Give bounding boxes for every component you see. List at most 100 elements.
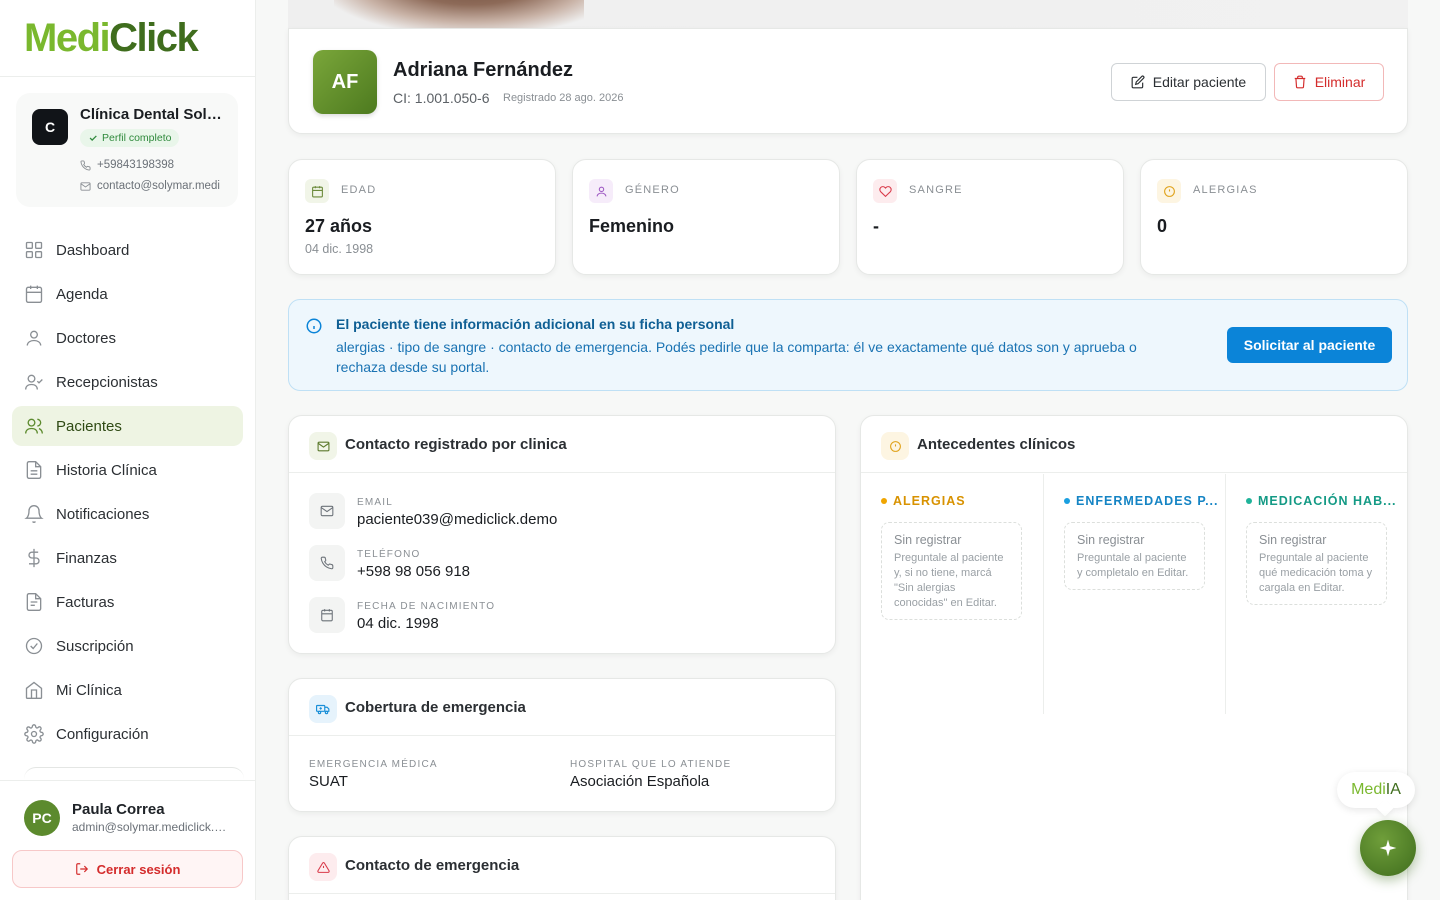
sidebar: MediClick C Clínica Dental Solymar Perfi… — [0, 0, 256, 900]
stat-label: SANGRE — [909, 184, 963, 196]
empty-state-box: Sin registrar Preguntale al paciente qué… — [1246, 522, 1387, 605]
check-icon — [89, 135, 97, 141]
nav-scroll-hint — [24, 767, 244, 779]
empty-status: Sin registrar — [1077, 533, 1145, 547]
antecedentes-column-alergias: ALERGIAS Sin registrar Preguntale al pac… — [861, 474, 1043, 714]
sidebar-item-label: Suscripción — [56, 637, 134, 655]
user-name: Paula Correa — [72, 801, 165, 818]
column-heading: ALERGIAS — [881, 494, 966, 508]
calendar-icon — [305, 179, 329, 203]
stat-label: GÉNERO — [625, 184, 680, 196]
info-icon — [306, 318, 322, 334]
antecedentes-header: Antecedentes clínicos — [861, 416, 1407, 473]
logout-button[interactable]: Cerrar sesión — [12, 850, 243, 888]
dollar-icon — [28, 548, 40, 568]
stat-card-edad: EDAD 27 años 04 dic. 1998 — [288, 159, 556, 275]
sidebar-item-doctores[interactable]: Doctores — [12, 318, 243, 358]
stat-card-sangre: SANGRE - — [856, 159, 1124, 275]
edit-label: Editar paciente — [1152, 74, 1247, 90]
assistant-label-part-2: IA — [1385, 781, 1401, 798]
clinic-phone-value: +59843198398 — [97, 159, 175, 171]
sidebar-item-finanzas[interactable]: Finanzas — [12, 538, 243, 578]
sidebar-item-mi-clinica[interactable]: Mi Clínica — [12, 670, 243, 710]
brand-part-1: Medi — [24, 16, 111, 60]
coverage-card-header: Cobertura de emergencia — [289, 679, 835, 736]
sidebar-nav: Dashboard Agenda Doctores Recepcionistas… — [12, 230, 243, 758]
field-label: EMAIL — [357, 497, 394, 508]
sidebar-item-label: Dashboard — [56, 241, 130, 259]
clinic-name: Clínica Dental Solymar — [80, 106, 230, 123]
column-heading: MEDICACIÓN HAB... — [1246, 494, 1397, 508]
edit-patient-button[interactable]: Editar paciente — [1111, 63, 1266, 101]
assistant-label-part-1: Medi — [1351, 781, 1386, 798]
grid-icon — [25, 241, 43, 259]
coverage-card: Cobertura de emergencia EMERGENCIA MÉDIC… — [288, 678, 836, 812]
sidebar-item-configuracion[interactable]: Configuración — [12, 714, 243, 754]
badge-label: Perfil completo — [102, 132, 172, 144]
ambulance-icon — [309, 695, 337, 723]
gear-icon — [24, 724, 44, 744]
column-heading: ENFERMEDADES P... — [1064, 494, 1219, 508]
emergency-contact-header: Contacto de emergencia — [289, 837, 835, 894]
clinic-card[interactable]: C Clínica Dental Solymar Perfil completo… — [16, 93, 238, 207]
user-check-icon — [25, 374, 43, 390]
field-label: EMERGENCIA MÉDICA — [309, 759, 438, 770]
stat-value: - — [873, 216, 879, 236]
check-circle-icon — [25, 637, 43, 655]
profile-cover — [288, 0, 1408, 30]
clinic-phone: +59843198398 — [80, 159, 228, 171]
sidebar-item-label: Configuración — [56, 725, 149, 743]
logout-label: Cerrar sesión — [96, 861, 181, 877]
sidebar-item-label: Historia Clínica — [56, 461, 157, 479]
field-label: TELÉFONO — [357, 549, 421, 560]
brand-logo[interactable]: MediClick — [0, 0, 255, 77]
patient-ci: CI: 1.001.050-6 — [393, 90, 490, 106]
contact-card: Contacto registrado por clinica EMAIL pa… — [288, 415, 836, 654]
stat-value: 0 — [1157, 216, 1168, 236]
user-email: admin@solymar.mediclick.demo — [72, 820, 232, 834]
emergency-contact-card: Contacto de emergencia — [288, 836, 836, 900]
delete-patient-button[interactable]: Eliminar — [1274, 63, 1384, 101]
section-title: Cobertura de emergencia — [345, 699, 526, 716]
cover-photo — [334, 0, 584, 30]
sidebar-item-label: Finanzas — [56, 549, 117, 567]
assistant-label-bubble[interactable]: Medi IA — [1337, 772, 1415, 808]
patient-registered: Registrado 28 ago. 2026 — [503, 92, 624, 104]
user-avatar: PC — [24, 800, 60, 836]
bell-icon — [24, 505, 44, 523]
sidebar-item-dashboard[interactable]: Dashboard — [12, 230, 243, 270]
sidebar-item-historia-clinica[interactable]: Historia Clínica — [12, 450, 243, 490]
stat-label: EDAD — [341, 184, 377, 196]
alert-icon — [1157, 179, 1181, 203]
calendar-icon — [309, 597, 345, 633]
sidebar-item-facturas[interactable]: Facturas — [12, 582, 243, 622]
sidebar-item-notificaciones[interactable]: Notificaciones — [12, 494, 243, 534]
user-icon — [26, 330, 42, 346]
field-value: +598 98 056 918 — [357, 563, 471, 580]
stat-value: Femenino — [589, 216, 675, 236]
field-value: SUAT — [309, 773, 348, 790]
home-icon — [25, 681, 43, 699]
phone-icon — [80, 159, 91, 170]
status-dot — [881, 498, 887, 504]
stat-sub: 04 dic. 1998 — [305, 242, 374, 256]
sidebar-item-label: Doctores — [56, 329, 117, 347]
field-value: 04 dic. 1998 — [357, 615, 439, 632]
edit-icon — [1131, 75, 1145, 89]
status-dot — [1246, 498, 1252, 504]
empty-state-box: Sin registrar Preguntale al paciente y c… — [1064, 522, 1205, 590]
stat-value: 27 años — [305, 216, 373, 236]
sidebar-item-pacientes[interactable]: Pacientes — [12, 406, 243, 446]
sidebar-item-agenda[interactable]: Agenda — [12, 274, 243, 314]
field-label: HOSPITAL QUE LO ATIENDE — [570, 759, 732, 770]
calendar-icon — [25, 285, 43, 303]
assistant-fab-button[interactable] — [1360, 820, 1416, 876]
sidebar-item-recepcionistas[interactable]: Recepcionistas — [12, 362, 243, 402]
request-patient-button[interactable]: Solicitar al paciente — [1227, 327, 1392, 363]
antecedentes-card: Antecedentes clínicos ALERGIAS Sin regis… — [860, 415, 1408, 900]
user-icon — [589, 179, 613, 203]
sidebar-item-suscripcion[interactable]: Suscripción — [12, 626, 243, 666]
alert-icon — [881, 432, 909, 460]
sidebar-item-label: Recepcionistas — [56, 373, 158, 391]
section-title: Contacto registrado por clinica — [345, 436, 567, 453]
